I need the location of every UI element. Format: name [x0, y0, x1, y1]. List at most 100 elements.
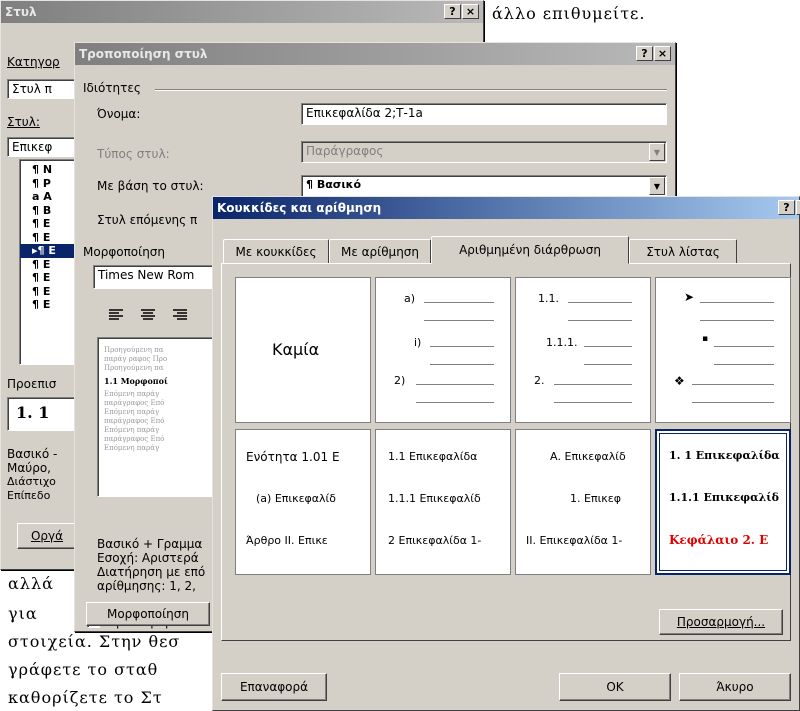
style-list[interactable]: ¶ Ν ¶ Ρa Α ¶ Β ¶ Ε ¶ Ε ▸¶ Ε ¶ Ε ¶ Ε ¶ Ε ¶ Ε: [19, 159, 75, 365]
reset-button[interactable]: Επαναφορά: [221, 673, 327, 701]
style-list-item[interactable]: ¶ Ε: [20, 285, 74, 299]
customize-button[interactable]: Προσαρμογή...: [659, 609, 783, 635]
category-select[interactable]: Στυλ π: [7, 79, 77, 99]
name-input[interactable]: Επικεφαλίδα 2;Τ-1a: [301, 103, 667, 125]
align-center-icon[interactable]: [141, 309, 155, 324]
gallery-option-5[interactable]: Ενότητα 1.01 Ε (a) Επικεφαλίδ Άρθρο ΙΙ. …: [235, 429, 371, 575]
level-1-label: 1. 1 Επικεφαλίδα: [669, 449, 780, 462]
reset-label: Επαναφορά: [239, 680, 309, 694]
style-list-item[interactable]: ▸¶ Ε: [20, 244, 74, 258]
list-line: [554, 402, 632, 403]
style-list-item[interactable]: ¶ Ε: [20, 271, 74, 285]
style-list-item[interactable]: ¶ Ρ: [20, 177, 74, 191]
tab-label: Αριθμημένη διάρθρωση: [459, 243, 601, 257]
modify-title: Τροποποίηση στυλ: [79, 47, 208, 61]
level-3-label: ΙΙ. Επικεφαλίδα 1-: [526, 534, 623, 547]
gallery-none[interactable]: Καμία: [235, 277, 371, 423]
level-1-label: 1.1.: [538, 292, 559, 305]
list-line: [714, 346, 774, 347]
list-line: [416, 384, 494, 385]
style-list-item[interactable]: ¶ Ε: [20, 298, 74, 312]
preview-line: 1.1 Μορφοποί: [104, 377, 168, 386]
formatting-label: Μορφοποίηση: [83, 245, 166, 259]
square-bullet-icon: ▪: [702, 334, 709, 344]
list-line: [568, 320, 632, 321]
style-list-item[interactable]: ¶ Ε: [20, 258, 74, 272]
font-select[interactable]: Times New Rom: [93, 265, 213, 289]
ok-button[interactable]: OK: [559, 673, 671, 701]
level-1-label: Ενότητα 1.01 Ε: [246, 450, 340, 464]
level-3-label: 2.: [534, 374, 545, 387]
close-button[interactable]: ×: [796, 200, 800, 215]
style-list-item[interactable]: ¶ Ν: [20, 163, 74, 177]
desc-line-4: Επίπεδο: [7, 489, 51, 502]
format-button[interactable]: Μορφοποίηση: [86, 602, 210, 626]
tab-bullets[interactable]: Με κουκκίδες: [223, 239, 329, 263]
gallery-option-2[interactable]: a) i) 2): [375, 277, 511, 423]
level-1-label: a): [404, 292, 416, 305]
style-input[interactable]: Επικεφ: [7, 137, 77, 157]
cancel-button[interactable]: Άκυρο: [679, 673, 791, 701]
level-1-label: 1.1 Επικεφαλίδα: [388, 450, 478, 463]
styles-titlebar: Στυλ ? ×: [1, 1, 483, 23]
level-2-label: 1. Επικεφ: [570, 492, 621, 505]
list-line: [692, 402, 774, 403]
gallery-option-8-selected[interactable]: 1. 1 Επικεφαλίδα 1.1.1 Επικεφαλίδ Κεφάλα…: [655, 429, 791, 575]
help-button[interactable]: ?: [778, 200, 795, 215]
style-list-item[interactable]: ¶ Ε: [20, 231, 74, 245]
level-3-label: Κεφάλαιο 2. Ε: [669, 533, 769, 547]
preview-line: Επόμενη παράγ: [104, 408, 160, 416]
ok-label: OK: [606, 680, 624, 694]
tab-outline-numbered[interactable]: Αριθμημένη διάρθρωση: [431, 236, 629, 264]
none-label: Καμία: [272, 340, 320, 359]
tab-numbering[interactable]: Με αρίθμηση: [329, 239, 431, 263]
style-list-item[interactable]: ¶ Β: [20, 204, 74, 218]
style-list-item[interactable]: a Α: [20, 190, 74, 204]
level-2-label: i): [414, 336, 422, 349]
style-preview: 1. 1: [7, 397, 77, 431]
desc-line-2: Μαύρο,: [7, 461, 51, 475]
tab-list-styles[interactable]: Στυλ λίστας: [629, 239, 737, 263]
align-left-icon[interactable]: [109, 309, 123, 324]
list-line: [700, 302, 774, 303]
organizer-button[interactable]: Οργά: [17, 523, 77, 549]
doc-line-5: καθορίζετε το Στ: [8, 688, 163, 707]
tab-label: Με κουκκίδες: [235, 244, 317, 259]
based-on-select[interactable]: ¶ Βασικό ▼: [301, 175, 667, 197]
list-line: [584, 346, 632, 347]
level-2-label: 1.1.1 Επικεφαλίδ: [669, 491, 779, 504]
gallery-option-3[interactable]: 1.1. 1.1.1. 2.: [515, 277, 651, 423]
list-line: [700, 320, 774, 321]
list-line: [424, 320, 494, 321]
mod-desc-1: Βασικό + Γραμμα: [97, 537, 203, 551]
gallery-option-6[interactable]: 1.1 Επικεφαλίδα 1.1.1 Επικεφαλίδ 2 Επικε…: [375, 429, 511, 575]
doc-line-3: στοιχεία. Στην θεσ: [8, 632, 181, 651]
level-3-label: 2): [394, 374, 406, 387]
doc-line-2: για: [8, 604, 38, 623]
level-3-label: Άρθρο ΙΙ. Επικε: [246, 534, 328, 547]
help-button[interactable]: ?: [444, 4, 461, 19]
modify-preview: Προηγούμενη πα παράγ ραφος Προ Προηγούμενη…: [97, 337, 215, 497]
mod-desc-3: Διατήρηση με επό: [97, 565, 206, 579]
style-label: Στυλ:: [7, 115, 40, 129]
align-right-icon[interactable]: [173, 309, 187, 324]
properties-label: Ιδιότητες: [83, 81, 141, 95]
close-button[interactable]: ×: [462, 4, 479, 19]
chevron-down-icon: ▼: [649, 143, 665, 161]
preview-line: παράγραφος Επό: [104, 435, 165, 443]
list-line: [714, 364, 774, 365]
style-list-item[interactable]: ¶ Ε: [20, 217, 74, 231]
styles-title: Στυλ: [5, 5, 37, 19]
desc-line-1: Βασικό -: [7, 447, 58, 461]
help-button[interactable]: ?: [636, 46, 653, 61]
bullets-titlebar: Κουκκίδες και αρίθμηση ? ×: [213, 197, 800, 219]
tab-label: Στυλ λίστας: [646, 244, 720, 259]
preview-label: Προεπισ: [7, 377, 57, 391]
close-button[interactable]: ×: [654, 46, 671, 61]
gallery-option-7[interactable]: Α. Επικεφαλίδ 1. Επικεφ ΙΙ. Επικεφαλίδα …: [515, 429, 651, 575]
properties-divider: [155, 89, 667, 91]
style-type-value: Παράγραφος: [306, 144, 384, 158]
gallery-option-4[interactable]: ➤ ▪ ❖: [655, 277, 791, 423]
diamond-bullet-icon: ❖: [674, 374, 685, 388]
style-type-select[interactable]: Παράγραφος ▼: [301, 141, 667, 163]
